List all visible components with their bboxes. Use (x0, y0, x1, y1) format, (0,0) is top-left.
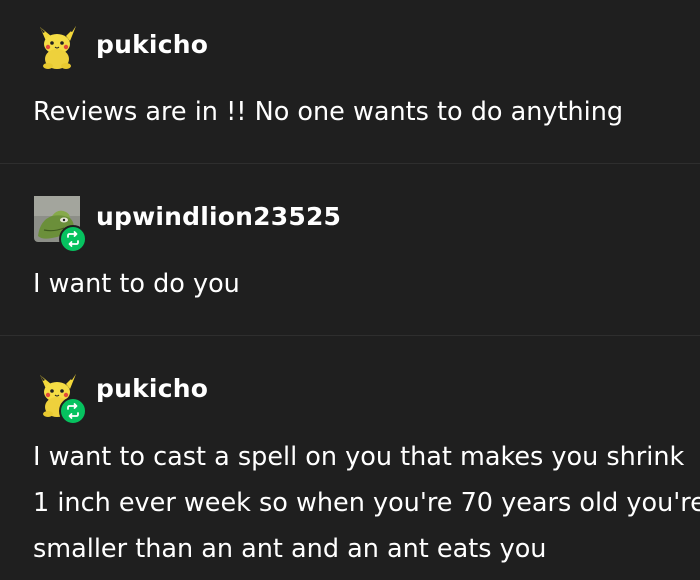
reblog-icon (67, 403, 79, 419)
post-text-line: 1 inch ever week so when you're 70 years… (33, 488, 700, 518)
post-username[interactable]: pukicho (96, 374, 208, 403)
reblog-icon (67, 231, 79, 247)
post-text-line: Reviews are in !! No one wants to do any… (33, 97, 624, 127)
post-text-line: I want to do you (33, 269, 240, 299)
post-body: I want to cast a spell on you that makes… (33, 434, 700, 572)
post-2: upwindlion23525 I want to do you (0, 164, 700, 335)
pikachu-plush-avatar-icon[interactable] (34, 24, 80, 70)
reblog-badge-icon (59, 397, 87, 425)
post-username[interactable]: upwindlion23525 (96, 202, 341, 231)
post-body: Reviews are in !! No one wants to do any… (33, 89, 623, 135)
post-3: pukicho I want to cast a spell on you th… (0, 336, 700, 580)
post-text-line: smaller than an ant and an ant eats you (33, 534, 547, 564)
post-body: I want to do you (33, 261, 240, 307)
post-1: pukicho Reviews are in !! No one wants t… (0, 0, 700, 163)
reblog-badge-icon (59, 225, 87, 253)
post-text-line: I want to cast a spell on you that makes… (33, 442, 685, 472)
post-username[interactable]: pukicho (96, 30, 208, 59)
